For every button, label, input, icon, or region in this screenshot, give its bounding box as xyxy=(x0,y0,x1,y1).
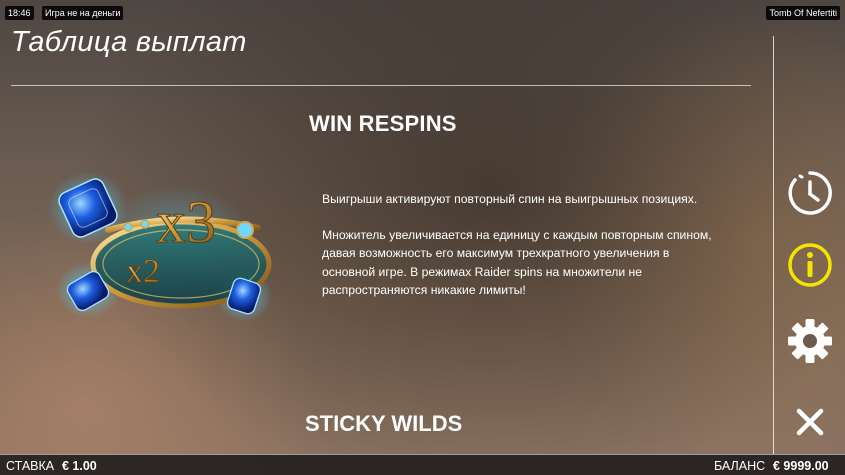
next-section-heading: STICKY WILDS xyxy=(305,411,463,436)
page-title: Таблица выплат xyxy=(11,26,247,58)
history-button[interactable] xyxy=(786,169,834,217)
game-title: Tomb Of Nefertiti xyxy=(766,6,840,20)
multiplier-x2-label: x2 xyxy=(126,253,160,290)
close-icon xyxy=(796,408,824,436)
close-button[interactable] xyxy=(786,398,834,446)
clock-time: 18:46 xyxy=(5,6,34,20)
section-heading: WIN RESPINS xyxy=(309,111,457,136)
description-paragraph: Множитель увеличивается на единицу с каж… xyxy=(322,228,712,297)
info-button[interactable] xyxy=(786,241,834,289)
info-icon xyxy=(788,243,832,287)
status-bar: 18:46 Игра не на деньги Tomb Of Nefertit… xyxy=(0,0,845,22)
menu-divider xyxy=(773,36,774,454)
sapphire-multiplier-icon: x2 x3 xyxy=(48,170,276,330)
feature-description: Выигрыши активируют повторный спин на вы… xyxy=(322,190,717,299)
gear-icon xyxy=(788,319,832,363)
settings-button[interactable] xyxy=(786,317,834,365)
history-clock-icon xyxy=(788,171,832,215)
bottom-bar: СТАВКА € 1.00 БАЛАНС € 9999.00 xyxy=(0,454,845,475)
balance-value: € 9999.00 xyxy=(773,459,829,473)
description-paragraph: Выигрыши активируют повторный спин на вы… xyxy=(322,192,698,206)
bet-value: € 1.00 xyxy=(62,459,97,473)
balance-label: БАЛАНС xyxy=(714,459,766,473)
play-mode-label: Игра не на деньги xyxy=(42,6,124,20)
title-divider xyxy=(11,85,751,86)
bet-label: СТАВКА xyxy=(6,459,55,473)
multiplier-x3-label: x3 xyxy=(156,189,216,255)
